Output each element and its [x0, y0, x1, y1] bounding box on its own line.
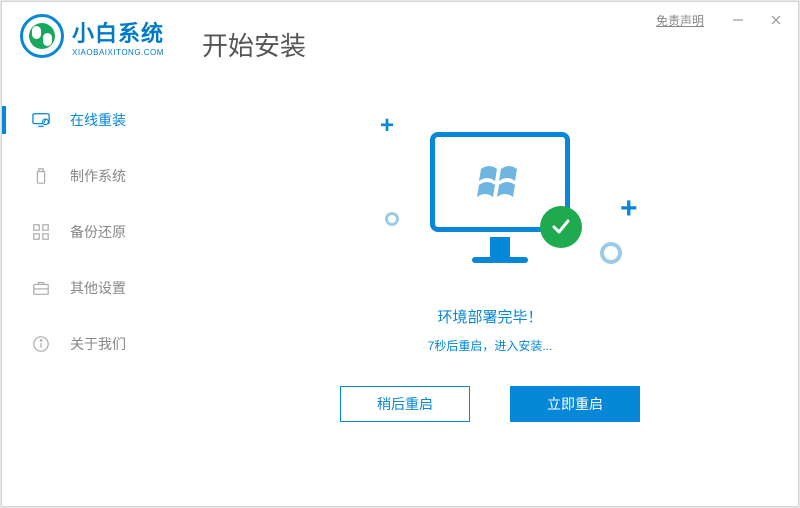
logo-icon: [20, 14, 64, 58]
sidebar-item-other-settings[interactable]: 其他设置: [2, 260, 182, 316]
sidebar-item-online-reinstall[interactable]: 在线重装: [2, 92, 182, 148]
monitor-base: [472, 257, 528, 263]
restart-now-button[interactable]: 立即重启: [510, 386, 640, 422]
briefcase-icon: [32, 279, 50, 297]
grid-icon: [32, 223, 50, 241]
plus-decoration-icon: +: [380, 112, 394, 140]
success-checkmark-icon: [540, 206, 582, 248]
usb-icon: [32, 167, 50, 185]
close-icon: [770, 14, 782, 26]
sidebar-item-backup-restore[interactable]: 备份还原: [2, 204, 182, 260]
sidebar-item-label: 制作系统: [70, 166, 126, 186]
sidebar-item-label: 在线重装: [70, 110, 126, 130]
minimize-button[interactable]: [724, 8, 752, 32]
button-row: 稍后重启 立即重启: [340, 386, 640, 422]
sidebar-item-label: 其他设置: [70, 278, 126, 298]
circle-decoration-icon: [385, 212, 399, 226]
restart-later-button[interactable]: 稍后重启: [340, 386, 470, 422]
disclaimer-link[interactable]: 免责声明: [656, 12, 704, 29]
sidebar: 在线重装 制作系统 备份还原 其他设置 关于我们: [2, 92, 182, 372]
monitor-reinstall-icon: [32, 111, 50, 129]
windows-flag-icon: [475, 157, 525, 207]
monitor-stand: [490, 237, 510, 257]
main-content: + + 环境部署完毕！ 7秒后重启，进入安装... 稍后重启 立即重启: [202, 82, 778, 486]
plus-decoration-icon: +: [620, 192, 638, 226]
sidebar-item-label: 备份还原: [70, 222, 126, 242]
sidebar-item-label: 关于我们: [70, 334, 126, 354]
status-main-text: 环境部署完毕！: [437, 306, 542, 327]
info-icon: [32, 335, 50, 353]
header: 小白系统 XIAOBAIXITONG.COM: [20, 14, 164, 58]
circle-decoration-icon: [600, 242, 622, 264]
sidebar-item-about[interactable]: 关于我们: [2, 316, 182, 372]
app-window: 免责声明 小白系统 XIAOBAIXITONG.COM 开始安装 在线重装 制作…: [1, 1, 799, 507]
minimize-icon: [732, 14, 744, 26]
brand-text: 小白系统 XIAOBAIXITONG.COM: [72, 16, 164, 57]
page-title: 开始安装: [202, 26, 306, 63]
close-button[interactable]: [762, 8, 790, 32]
brand-subtitle: XIAOBAIXITONG.COM: [72, 48, 164, 57]
sidebar-item-make-system[interactable]: 制作系统: [2, 148, 182, 204]
status-sub-text: 7秒后重启，进入安装...: [428, 337, 553, 354]
illustration: + +: [330, 92, 650, 292]
brand-title: 小白系统: [72, 16, 164, 48]
